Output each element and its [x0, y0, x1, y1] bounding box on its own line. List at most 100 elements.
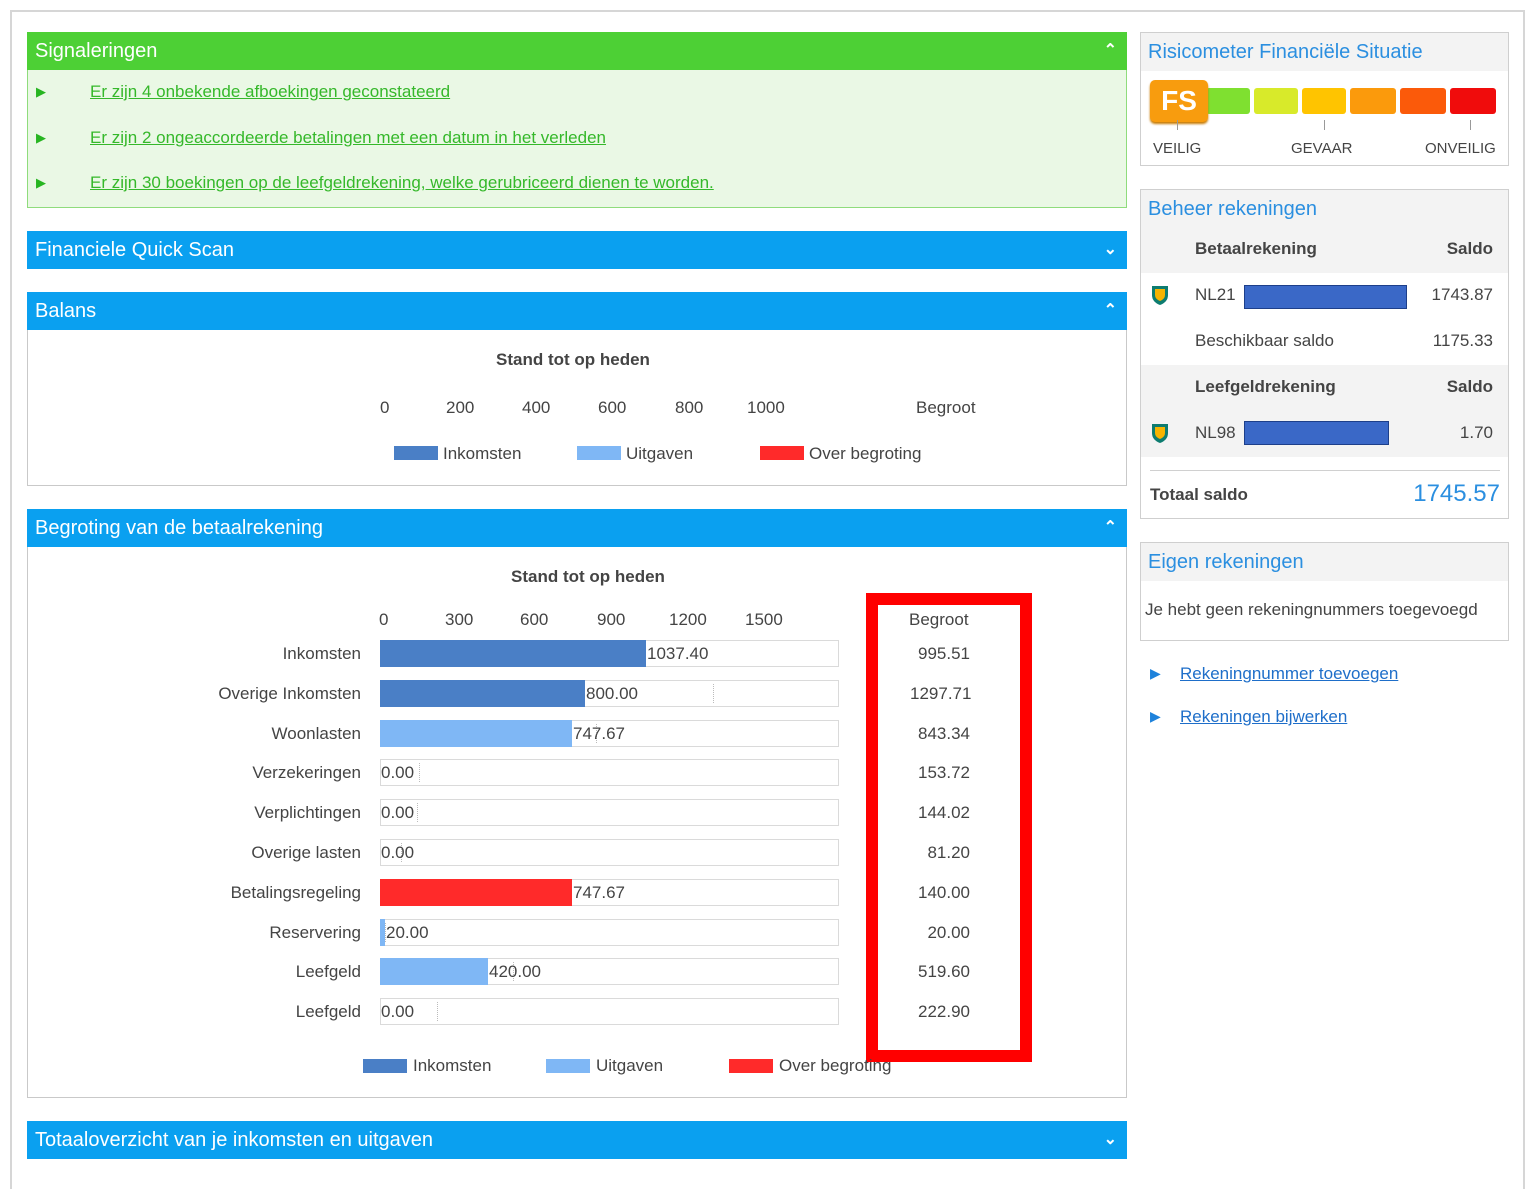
bar-value: 800.00 [586, 684, 638, 703]
fs-badge: FS [1150, 80, 1208, 122]
legend-swatch-over [760, 446, 804, 460]
begroting-chart-title: Stand tot op heden [511, 567, 665, 586]
category-label: Verzekeringen [252, 763, 361, 782]
risicometer-title: Risicometer Financiële Situatie [1141, 33, 1508, 71]
chevron-down-icon[interactable]: ⌄ [1104, 231, 1117, 269]
eigen-title: Eigen rekeningen [1141, 543, 1508, 581]
bar[interactable] [380, 640, 646, 667]
risk-segment [1350, 88, 1396, 114]
saldo-header: Saldo [1446, 377, 1493, 396]
quickscan-header[interactable]: Financiele Quick Scan ⌄ [27, 231, 1127, 269]
betaal-header: Betaalrekening [1195, 239, 1317, 258]
signaleringen-header[interactable]: Signaleringen ⌃ [27, 32, 1127, 70]
risk-label-gevaar: GEVAAR [1291, 140, 1353, 157]
bar-value: 1037.40 [647, 644, 709, 663]
bar-track [380, 839, 839, 866]
balans-tick: 800 [675, 398, 704, 417]
triangle-right-icon: ▶ [1150, 708, 1161, 724]
budget-marker [437, 1002, 439, 1021]
bar-value: 420.00 [489, 962, 541, 981]
category-label: Reservering [269, 923, 361, 942]
chevron-up-icon[interactable]: ⌃ [1104, 292, 1117, 330]
legend-label: Over begroting [779, 1056, 892, 1075]
bar[interactable] [380, 720, 572, 747]
risk-segment [1302, 88, 1346, 114]
begroting-tick: 1500 [745, 610, 783, 629]
legend-swatch-inkomsten [363, 1059, 407, 1073]
begroting-tick: 900 [597, 610, 626, 629]
divider [1150, 470, 1500, 471]
triangle-right-icon: ▶ [36, 175, 46, 190]
eigen-panel: Eigen rekeningen [1140, 542, 1509, 641]
redaction-bar [1244, 421, 1389, 445]
balans-header[interactable]: Balans ⌃ [27, 292, 1127, 330]
signaleringen-body: ▶ Er zijn 4 onbekende afboekingen gecons… [27, 70, 1127, 208]
leef-header-row: Leefgeldrekening Saldo [1141, 365, 1508, 411]
category-label: Inkomsten [282, 644, 361, 663]
balans-tick: 600 [598, 398, 627, 417]
betaal-account-row[interactable]: NL21 1743.87 [1141, 273, 1508, 319]
legend-swatch-uitgaven [577, 446, 621, 460]
saldo-header: Saldo [1446, 239, 1493, 258]
begroting-tick: 0 [379, 610, 389, 629]
balans-title: Balans [35, 300, 97, 322]
legend-label: Uitgaven [596, 1056, 664, 1075]
risk-tick [1470, 120, 1471, 130]
signal-link[interactable]: Er zijn 30 boekingen op de leefgeldreken… [90, 173, 714, 193]
totaaloverzicht-title: Totaaloverzicht van je inkomsten en uitg… [35, 1129, 434, 1151]
signal-link[interactable]: Er zijn 2 ongeaccordeerde betalingen met… [90, 128, 606, 148]
bar-value: 747.67 [573, 724, 625, 743]
legend-label: Inkomsten [443, 444, 522, 463]
risk-label-onveilig: ONVEILIG [1425, 140, 1496, 157]
chevron-up-icon[interactable]: ⌃ [1104, 32, 1117, 70]
redaction-bar [1244, 285, 1407, 309]
balans-budget-header: Begroot [916, 398, 976, 417]
balans-chart-title: Stand tot op heden [496, 350, 650, 369]
triangle-right-icon: ▶ [1150, 665, 1161, 681]
budget-marker [417, 803, 419, 822]
bar-value: 0.00 [381, 1002, 415, 1021]
beschikbaar-value: 1175.33 [1432, 331, 1493, 350]
category-label: Overige Inkomsten [218, 684, 361, 703]
risk-tick [1177, 120, 1178, 130]
leef-account-row[interactable]: NL98 1.70 [1141, 411, 1508, 457]
category-label: Overige lasten [251, 843, 361, 862]
legend-swatch-uitgaven [546, 1059, 590, 1073]
bar-value: 747.67 [573, 883, 625, 902]
risk-segment [1254, 88, 1298, 114]
bank-shield-icon [1151, 422, 1169, 449]
risk-tick [1324, 120, 1325, 130]
rekeningen-bijwerken-link[interactable]: Rekeningen bijwerken [1180, 707, 1347, 727]
bar[interactable] [380, 919, 385, 946]
bar-track [380, 919, 839, 946]
beheer-title: Beheer rekeningen [1141, 190, 1508, 228]
begroting-tick: 1200 [669, 610, 707, 629]
totaal-value: 1745.57 [1413, 480, 1500, 507]
leef-header: Leefgeldrekening [1195, 377, 1336, 396]
bar-track [380, 998, 839, 1025]
category-label: Verplichtingen [254, 803, 361, 822]
balans-tick: 200 [446, 398, 475, 417]
signal-link[interactable]: Er zijn 4 onbekende afboekingen geconsta… [90, 82, 450, 102]
totaaloverzicht-header[interactable]: Totaaloverzicht van je inkomsten en uitg… [27, 1121, 1127, 1159]
bar[interactable] [380, 958, 488, 985]
chevron-up-icon[interactable]: ⌃ [1104, 509, 1117, 547]
chevron-down-icon[interactable]: ⌄ [1104, 1121, 1117, 1159]
bar[interactable] [380, 680, 585, 707]
legend-label: Over begroting [809, 444, 922, 463]
legend-swatch-inkomsten [394, 446, 438, 460]
risk-segment [1206, 88, 1250, 114]
rekeningnummer-toevoegen-link[interactable]: Rekeningnummer toevoegen [1180, 664, 1398, 684]
bar[interactable] [380, 879, 572, 906]
triangle-right-icon: ▶ [36, 84, 46, 99]
bar-value: 0.00 [381, 803, 415, 822]
beschikbaar-label: Beschikbaar saldo [1195, 331, 1334, 350]
bar-value: 0.00 [381, 843, 415, 862]
budget-marker [419, 763, 421, 782]
begroting-header[interactable]: Begroting van de betaalrekening ⌃ [27, 509, 1127, 547]
highlight-box [866, 593, 1032, 1062]
leef-saldo: 1.70 [1459, 423, 1493, 442]
begroting-tick: 600 [520, 610, 549, 629]
betaal-saldo: 1743.87 [1431, 285, 1493, 304]
totaal-label: Totaal saldo [1150, 485, 1248, 504]
